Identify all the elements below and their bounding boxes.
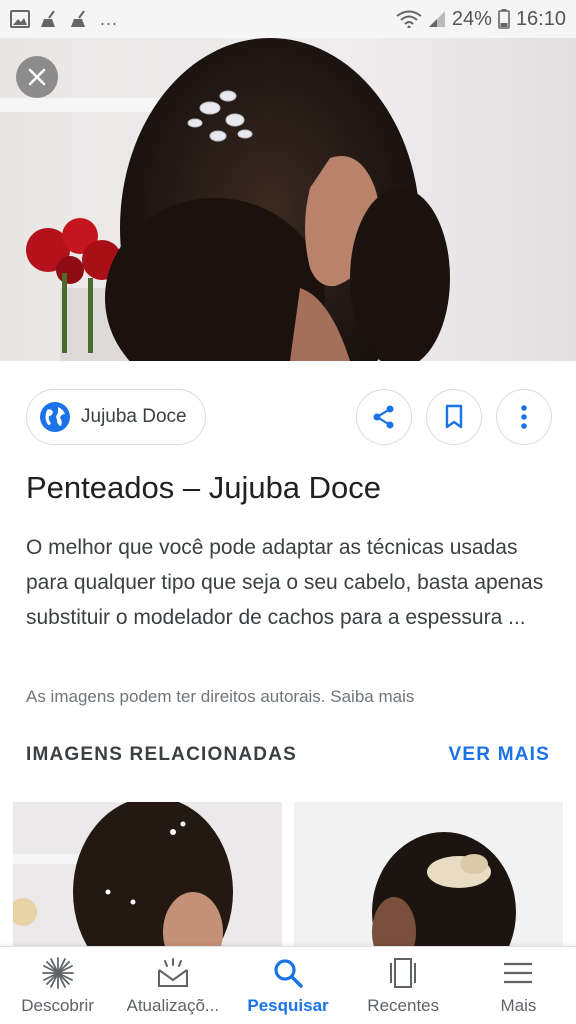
nav-recents[interactable]: Recentes [346,947,461,1024]
share-icon [373,405,394,429]
nav-more[interactable]: Mais [461,947,576,1024]
bookmark-icon [445,404,463,429]
share-button[interactable] [356,389,412,445]
asterisk-icon [41,956,74,989]
related-photo [294,802,563,948]
hero-image[interactable] [0,38,576,361]
source-chip[interactable]: Jujuba Doce [26,389,206,445]
nav-label: Recentes [367,995,440,1015]
copyright-notice[interactable]: As imagens podem ter direitos autorais. … [26,687,556,707]
related-thumbnails [13,802,563,948]
nav-label: Atualizaçõ... [126,995,220,1015]
gallery-icon [10,10,30,28]
nav-label: Descobrir [21,995,94,1015]
battery-icon [498,9,510,29]
related-thumbnail[interactable] [13,802,282,948]
related-title: IMAGENS RELACIONADAS [26,744,298,765]
wifi-icon [396,10,422,28]
nav-updates[interactable]: Atualizaçõ... [115,947,230,1024]
broom-icon [41,10,55,27]
related-header: IMAGENS RELACIONADAS VER MAIS [26,744,550,766]
search-icon [274,958,303,988]
updates-icon [157,957,188,987]
recents-icon [390,957,417,988]
bookmark-button[interactable] [426,389,482,445]
source-row: Jujuba Doce [26,388,552,446]
close-button[interactable] [16,56,58,98]
status-notifications: ... [10,9,118,30]
nav-discover[interactable]: Descobrir [0,947,115,1024]
status-overflow: ... [100,8,119,29]
related-photo [13,802,282,948]
nav-search[interactable]: Pesquisar [230,947,345,1024]
battery-percent: 24% [451,7,492,30]
bottom-navigation: Descobrir Atualizaçõ... Pesquisar Recent… [0,946,576,1024]
source-name: Jujuba Doce [81,406,187,427]
clock: 16:10 [515,7,566,30]
result-description: O melhor que você pode adaptar as técnic… [26,536,544,629]
related-thumbnail[interactable] [294,802,563,948]
broom-icon [71,10,85,27]
more-options-button[interactable] [496,389,552,445]
result-title[interactable]: Penteados – Jujuba Doce [26,470,556,506]
see-more-link[interactable]: VER MAIS [449,744,550,766]
nav-label: Mais [500,995,537,1015]
status-bar: ... 24% 16:10 [0,0,576,38]
nav-label: Pesquisar [247,995,329,1015]
close-icon [28,68,46,86]
hero-photo [0,38,576,361]
signal-icon [428,11,445,27]
more-vert-icon [521,405,527,429]
menu-icon [504,962,533,983]
globe-icon [40,402,70,432]
